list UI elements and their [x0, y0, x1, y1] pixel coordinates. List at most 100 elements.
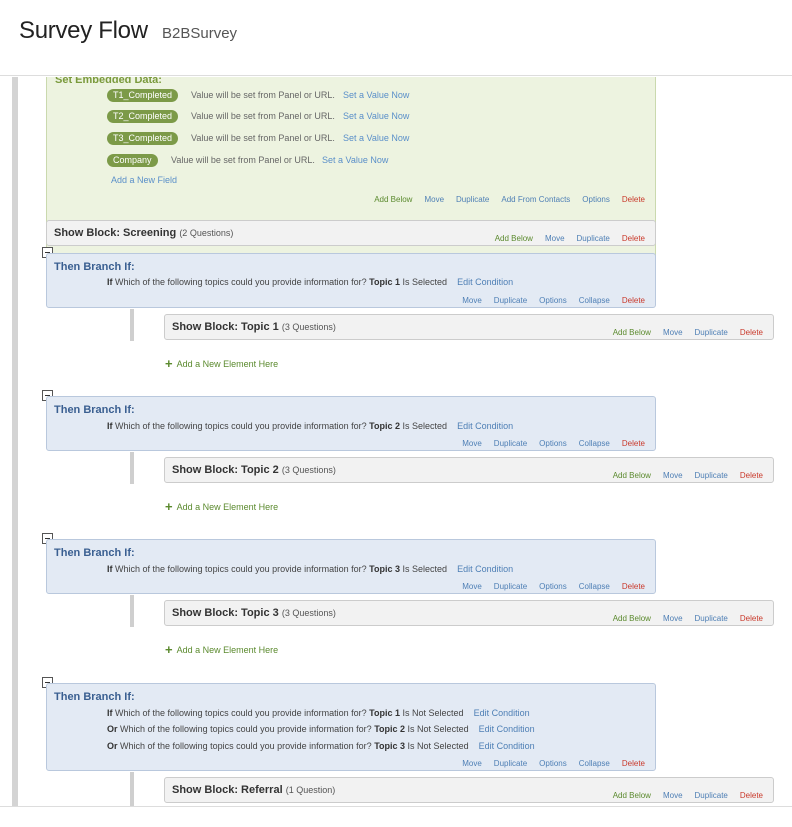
branch-condition: Or Which of the following topics could y…	[107, 724, 535, 734]
show-block-topic-3[interactable]: Show Block: Topic 3 (3 Questions) Add Be…	[164, 600, 774, 626]
move-button[interactable]: Move	[462, 439, 482, 448]
branch-element: Then Branch If: If Which of the followin…	[46, 253, 656, 308]
branch-condition: If Which of the following topics could y…	[107, 708, 530, 718]
add-new-element-link[interactable]: + Add a New Element Here	[165, 498, 278, 514]
show-block-topic-2[interactable]: Show Block: Topic 2 (3 Questions) Add Be…	[164, 457, 774, 483]
options-button[interactable]: Options	[539, 582, 567, 591]
duplicate-button[interactable]: Duplicate	[695, 328, 728, 337]
edit-condition-link[interactable]: Edit Condition	[457, 564, 513, 574]
add-below-button[interactable]: Add Below	[495, 234, 533, 243]
show-block-referral[interactable]: Show Block: Referral (1 Question) Add Be…	[164, 777, 774, 803]
duplicate-button[interactable]: Duplicate	[494, 759, 527, 768]
page-header: Survey Flow B2BSurvey	[0, 0, 792, 76]
plus-icon: +	[165, 642, 173, 657]
collapse-button[interactable]: Collapse	[579, 296, 610, 305]
edit-condition-link[interactable]: Edit Condition	[457, 277, 513, 287]
add-from-contacts-button[interactable]: Add From Contacts	[501, 195, 570, 204]
move-button[interactable]: Move	[663, 791, 683, 800]
block-actions: Add Below Move Duplicate Delete	[601, 328, 763, 337]
block-title: Show Block: Screening (2 Questions)	[54, 227, 234, 239]
block-actions: Add Below Move Duplicate Delete	[601, 614, 763, 623]
delete-button[interactable]: Delete	[740, 471, 763, 480]
delete-button[interactable]: Delete	[622, 234, 645, 243]
delete-button[interactable]: Delete	[622, 582, 645, 591]
move-button[interactable]: Move	[663, 328, 683, 337]
duplicate-button[interactable]: Duplicate	[695, 791, 728, 800]
delete-button[interactable]: Delete	[622, 195, 645, 204]
move-button[interactable]: Move	[663, 614, 683, 623]
move-button[interactable]: Move	[462, 296, 482, 305]
block-title: Show Block: Referral (1 Question)	[172, 784, 336, 796]
edit-condition-link[interactable]: Edit Condition	[474, 708, 530, 718]
move-button[interactable]: Move	[462, 582, 482, 591]
embedded-field-row: T2_Completed Value will be set from Pane…	[47, 110, 647, 126]
add-new-element-link[interactable]: + Add a New Element Here	[165, 355, 278, 371]
branch-actions: Move Duplicate Options Collapse Delete	[450, 296, 645, 305]
block-actions: Add Below Move Duplicate Delete	[601, 791, 763, 800]
options-button[interactable]: Options	[539, 439, 567, 448]
duplicate-button[interactable]: Duplicate	[695, 614, 728, 623]
move-button[interactable]: Move	[545, 234, 565, 243]
options-button[interactable]: Options	[539, 759, 567, 768]
duplicate-button[interactable]: Duplicate	[456, 195, 489, 204]
branch-condition: If Which of the following topics could y…	[107, 564, 514, 574]
show-block-screening[interactable]: Show Block: Screening (2 Questions) Add …	[46, 220, 656, 246]
block-title: Show Block: Topic 2 (3 Questions)	[172, 464, 336, 476]
collapse-button[interactable]: Collapse	[579, 582, 610, 591]
survey-name: B2BSurvey	[162, 25, 238, 42]
delete-button[interactable]: Delete	[740, 328, 763, 337]
field-name-pill[interactable]: T2_Completed	[107, 110, 179, 123]
branch-title: Then Branch If:	[54, 261, 135, 273]
options-button[interactable]: Options	[582, 195, 610, 204]
move-button[interactable]: Move	[663, 471, 683, 480]
branch-title: Then Branch If:	[54, 691, 135, 703]
collapse-button[interactable]: Collapse	[579, 759, 610, 768]
field-name-pill[interactable]: T3_Completed	[107, 132, 179, 145]
duplicate-button[interactable]: Duplicate	[577, 234, 610, 243]
add-below-button[interactable]: Add Below	[613, 614, 651, 623]
delete-button[interactable]: Delete	[622, 759, 645, 768]
branch-connector	[130, 452, 134, 484]
flow-gutter	[12, 77, 18, 806]
delete-button[interactable]: Delete	[740, 614, 763, 623]
move-button[interactable]: Move	[462, 759, 482, 768]
branch-actions: Move Duplicate Options Collapse Delete	[450, 582, 645, 591]
field-value-text: Value will be set from Panel or URL.	[171, 155, 315, 165]
edit-condition-link[interactable]: Edit Condition	[479, 741, 535, 751]
branch-connector	[130, 772, 134, 806]
embedded-field-row: Company Value will be set from Panel or …	[47, 154, 647, 170]
edit-condition-link[interactable]: Edit Condition	[479, 724, 535, 734]
collapse-button[interactable]: Collapse	[579, 439, 610, 448]
set-value-link[interactable]: Set a Value Now	[343, 132, 409, 145]
add-below-button[interactable]: Add Below	[613, 328, 651, 337]
add-below-button[interactable]: Add Below	[613, 791, 651, 800]
duplicate-button[interactable]: Duplicate	[494, 582, 527, 591]
add-new-field-link[interactable]: Add a New Field	[111, 175, 177, 185]
show-block-topic-1[interactable]: Show Block: Topic 1 (3 Questions) Add Be…	[164, 314, 774, 340]
field-name-pill[interactable]: Company	[107, 154, 158, 167]
block-actions: Add Below Move Duplicate Delete	[483, 234, 645, 243]
edit-condition-link[interactable]: Edit Condition	[457, 421, 513, 431]
branch-connector	[130, 309, 134, 341]
add-new-element-link[interactable]: + Add a New Element Here	[165, 641, 278, 657]
branch-condition: If Which of the following topics could y…	[107, 421, 514, 431]
duplicate-button[interactable]: Duplicate	[695, 471, 728, 480]
set-value-link[interactable]: Set a Value Now	[343, 110, 409, 123]
embedded-field-row: T1_Completed Value will be set from Pane…	[47, 89, 647, 105]
branch-title: Then Branch If:	[54, 404, 135, 416]
add-below-button[interactable]: Add Below	[374, 195, 412, 204]
options-button[interactable]: Options	[539, 296, 567, 305]
move-button[interactable]: Move	[424, 195, 444, 204]
duplicate-button[interactable]: Duplicate	[494, 439, 527, 448]
set-value-link[interactable]: Set a Value Now	[343, 89, 409, 102]
duplicate-button[interactable]: Duplicate	[494, 296, 527, 305]
set-value-link[interactable]: Set a Value Now	[322, 154, 388, 167]
delete-button[interactable]: Delete	[740, 791, 763, 800]
field-value-text: Value will be set from Panel or URL.	[191, 133, 335, 143]
branch-actions: Move Duplicate Options Collapse Delete	[450, 759, 645, 768]
field-name-pill[interactable]: T1_Completed	[107, 89, 179, 102]
add-below-button[interactable]: Add Below	[613, 471, 651, 480]
embedded-actions: Add Below Move Duplicate Add From Contac…	[362, 195, 645, 204]
delete-button[interactable]: Delete	[622, 296, 645, 305]
delete-button[interactable]: Delete	[622, 439, 645, 448]
